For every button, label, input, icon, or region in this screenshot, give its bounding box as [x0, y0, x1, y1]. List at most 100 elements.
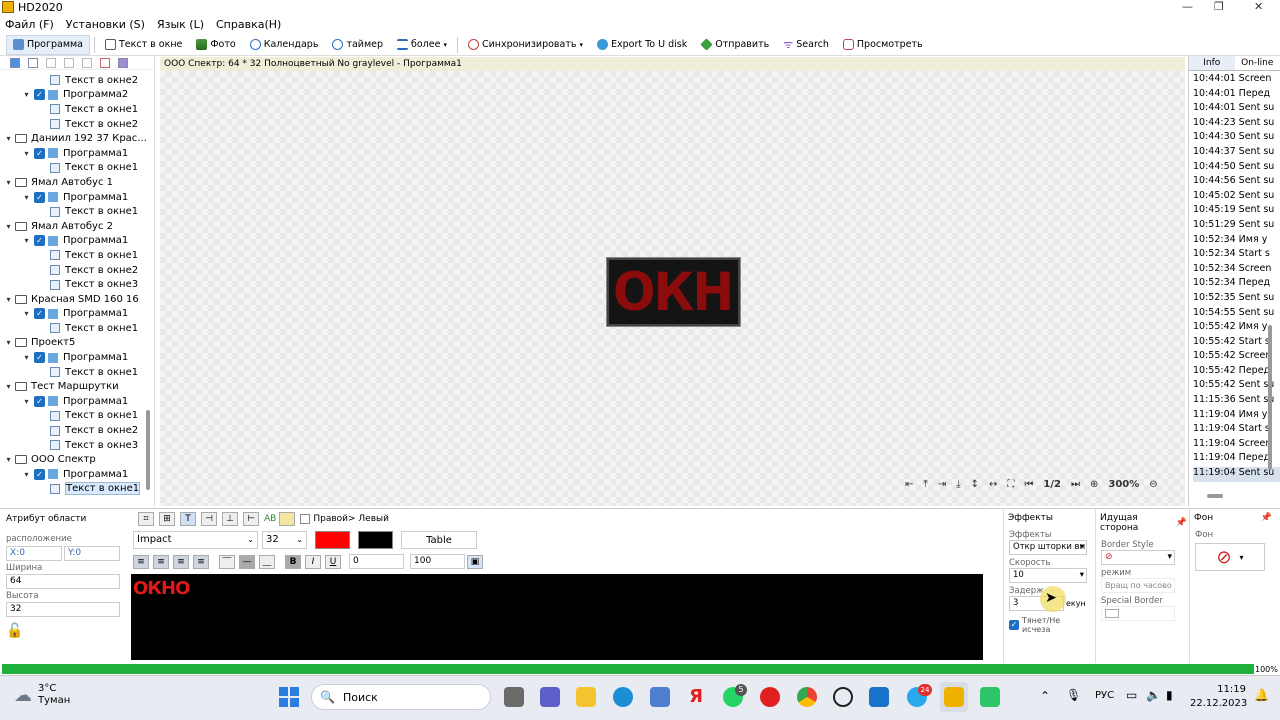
log-entry[interactable]: 11:19:04 Имя у: [1193, 409, 1280, 424]
expand-chevron-icon[interactable]: ▾: [4, 338, 13, 347]
log-entry[interactable]: 10:44:30 Sent su: [1193, 131, 1280, 146]
menu-language[interactable]: Язык (L): [157, 18, 204, 31]
color-ab-icon[interactable]: AB: [264, 514, 276, 524]
expand-chevron-icon[interactable]: ▾: [22, 353, 31, 362]
program-button[interactable]: Программа: [6, 34, 90, 55]
tree-item-text[interactable]: Текст в окне2: [0, 73, 154, 88]
log-entry[interactable]: 10:52:34 Start s: [1193, 248, 1280, 263]
teams-icon[interactable]: [540, 687, 560, 707]
program-checkbox[interactable]: ✓: [34, 235, 45, 247]
clock[interactable]: 11:19 22.12.2023: [1190, 683, 1247, 711]
tree-tool-icon[interactable]: [82, 57, 92, 68]
tree-tool-icon[interactable]: [118, 57, 128, 68]
x-field[interactable]: X:0: [6, 546, 62, 561]
justify-icon[interactable]: ≡: [193, 554, 209, 569]
calendar-button[interactable]: Календарь: [244, 35, 325, 55]
log-entry[interactable]: 10:44:01 Sent su: [1193, 102, 1280, 117]
program-checkbox[interactable]: ✓: [34, 395, 45, 407]
tree-item-program[interactable]: ▾ ✓ Программа1: [0, 350, 154, 365]
tree-item-text[interactable]: Текст в окне3: [0, 438, 154, 453]
tree-item-screen[interactable]: ▾ Красная SMD 160 16: [0, 292, 154, 307]
tree-item-program[interactable]: ▾ ✓ Программа2: [0, 88, 154, 103]
volume-icon[interactable]: 🔈: [1146, 688, 1161, 702]
menu-help[interactable]: Справка(H): [216, 18, 281, 31]
last-icon[interactable]: ⇥: [938, 479, 946, 490]
spacing-field[interactable]: 0: [349, 554, 404, 569]
top-icon[interactable]: ⤒: [923, 479, 927, 490]
log-vscrollbar[interactable]: [1268, 325, 1272, 470]
align-right-tool-icon[interactable]: ⊢: [243, 512, 259, 526]
align-center-icon[interactable]: ≡: [153, 554, 169, 569]
table-button[interactable]: Table: [401, 531, 477, 549]
text-color-swatch[interactable]: [315, 531, 350, 549]
expand-chevron-icon[interactable]: ▾: [22, 90, 31, 99]
preview-button[interactable]: Просмотреть: [837, 35, 929, 55]
direction-checkbox[interactable]: [300, 514, 311, 524]
valign-middle-icon[interactable]: —: [239, 554, 255, 569]
fullscreen-icon[interactable]: ⛶: [1007, 479, 1014, 490]
yandex-icon[interactable]: Я: [686, 687, 706, 707]
vertical-fit-icon[interactable]: ↕: [971, 479, 979, 490]
text-window-button[interactable]: Текст в окне: [99, 35, 188, 55]
next-page-icon[interactable]: ⏭: [1071, 479, 1080, 490]
expand-chevron-icon[interactable]: ▾: [22, 149, 31, 158]
y-field[interactable]: Y:0: [64, 546, 120, 561]
log-entry[interactable]: 10:45:19 Sent su: [1193, 204, 1280, 219]
underline-icon[interactable]: U: [325, 554, 341, 569]
edge-icon[interactable]: [613, 687, 633, 707]
log-entry[interactable]: 10:44:56 Sent su: [1193, 175, 1280, 190]
expand-chevron-icon[interactable]: ▾: [22, 236, 31, 245]
expand-chevron-icon[interactable]: ▾: [22, 470, 31, 479]
log-entry[interactable]: 10:52:34 Screen: [1193, 263, 1280, 278]
windows-start-icon[interactable]: [279, 687, 299, 707]
valign-top-icon[interactable]: ⎺: [219, 554, 235, 569]
bold-icon[interactable]: B: [285, 554, 301, 569]
log-entry[interactable]: 10:55:42 Перед: [1193, 365, 1280, 380]
log-entry[interactable]: 11:19:04 Screen: [1193, 438, 1280, 453]
search-button[interactable]: ᯤ Search: [777, 35, 835, 55]
program-checkbox[interactable]: ✓: [34, 89, 45, 101]
store-icon[interactable]: [650, 687, 670, 707]
battery-icon[interactable]: ▮: [1166, 688, 1173, 702]
microphone-icon[interactable]: 🎙: [1066, 688, 1081, 702]
network-icon[interactable]: ▭: [1126, 688, 1137, 702]
task-view-icon[interactable]: [504, 687, 524, 707]
log-entry[interactable]: 10:55:42 Screen: [1193, 350, 1280, 365]
expand-chevron-icon[interactable]: ▾: [22, 309, 31, 318]
log-entry[interactable]: 10:44:23 Sent su: [1193, 117, 1280, 132]
tree-item-program[interactable]: ▾ ✓ Программа1: [0, 307, 154, 322]
font-size-select[interactable]: 32 ⌄: [262, 531, 307, 549]
led-preview[interactable]: ОКН: [607, 258, 740, 326]
tree-item-text[interactable]: Текст в окне1: [0, 102, 154, 117]
tree-item-text[interactable]: Текст в окне2: [0, 423, 154, 438]
tree-item-text[interactable]: Текст в окне2: [0, 117, 154, 132]
effect-select[interactable]: Откр шторки вн ▾: [1009, 540, 1087, 555]
expand-chevron-icon[interactable]: ▾: [22, 397, 31, 406]
maximize-icon[interactable]: ❐: [1214, 0, 1224, 13]
language-indicator[interactable]: РУС: [1095, 690, 1114, 701]
notification-icon[interactable]: 🔔: [1254, 688, 1269, 702]
program-checkbox[interactable]: ✓: [34, 352, 45, 364]
log-entry[interactable]: 11:19:04 Перед: [1193, 452, 1280, 467]
green-app-icon[interactable]: [980, 687, 1000, 707]
align-left-icon[interactable]: ≡: [133, 554, 149, 569]
log-entry[interactable]: 10:52:34 Перед: [1193, 277, 1280, 292]
tree-item-screen[interactable]: ▾ Проект5: [0, 336, 154, 351]
log-entry[interactable]: 10:45:02 Sent su: [1193, 190, 1280, 205]
program-checkbox[interactable]: ✓: [34, 191, 45, 203]
prev-page-icon[interactable]: ⏮: [1024, 479, 1033, 490]
tree-item-screen[interactable]: ▾ ООО Спектр: [0, 452, 154, 467]
log-entry[interactable]: 10:52:35 Sent su: [1193, 292, 1280, 307]
font-select[interactable]: Impact ⌄: [133, 531, 258, 549]
tree-item-program[interactable]: ▾ ✓ Программа1: [0, 146, 154, 161]
photo-button[interactable]: Фото: [190, 35, 241, 55]
tree-tool-icon[interactable]: [28, 57, 38, 68]
expand-chevron-icon[interactable]: ▾: [4, 134, 13, 143]
log-entry[interactable]: 10:51:29 Sent su: [1193, 219, 1280, 234]
align-bottom-tool-icon[interactable]: ⊥: [222, 512, 238, 526]
menu-settings[interactable]: Установки (S): [66, 18, 145, 31]
log-entry[interactable]: 10:55:42 Start s: [1193, 336, 1280, 351]
tray-chevron-icon[interactable]: ⌃: [1040, 689, 1050, 703]
timer-button[interactable]: таймер: [326, 35, 389, 55]
pin-icon[interactable]: 📌: [1261, 513, 1272, 523]
